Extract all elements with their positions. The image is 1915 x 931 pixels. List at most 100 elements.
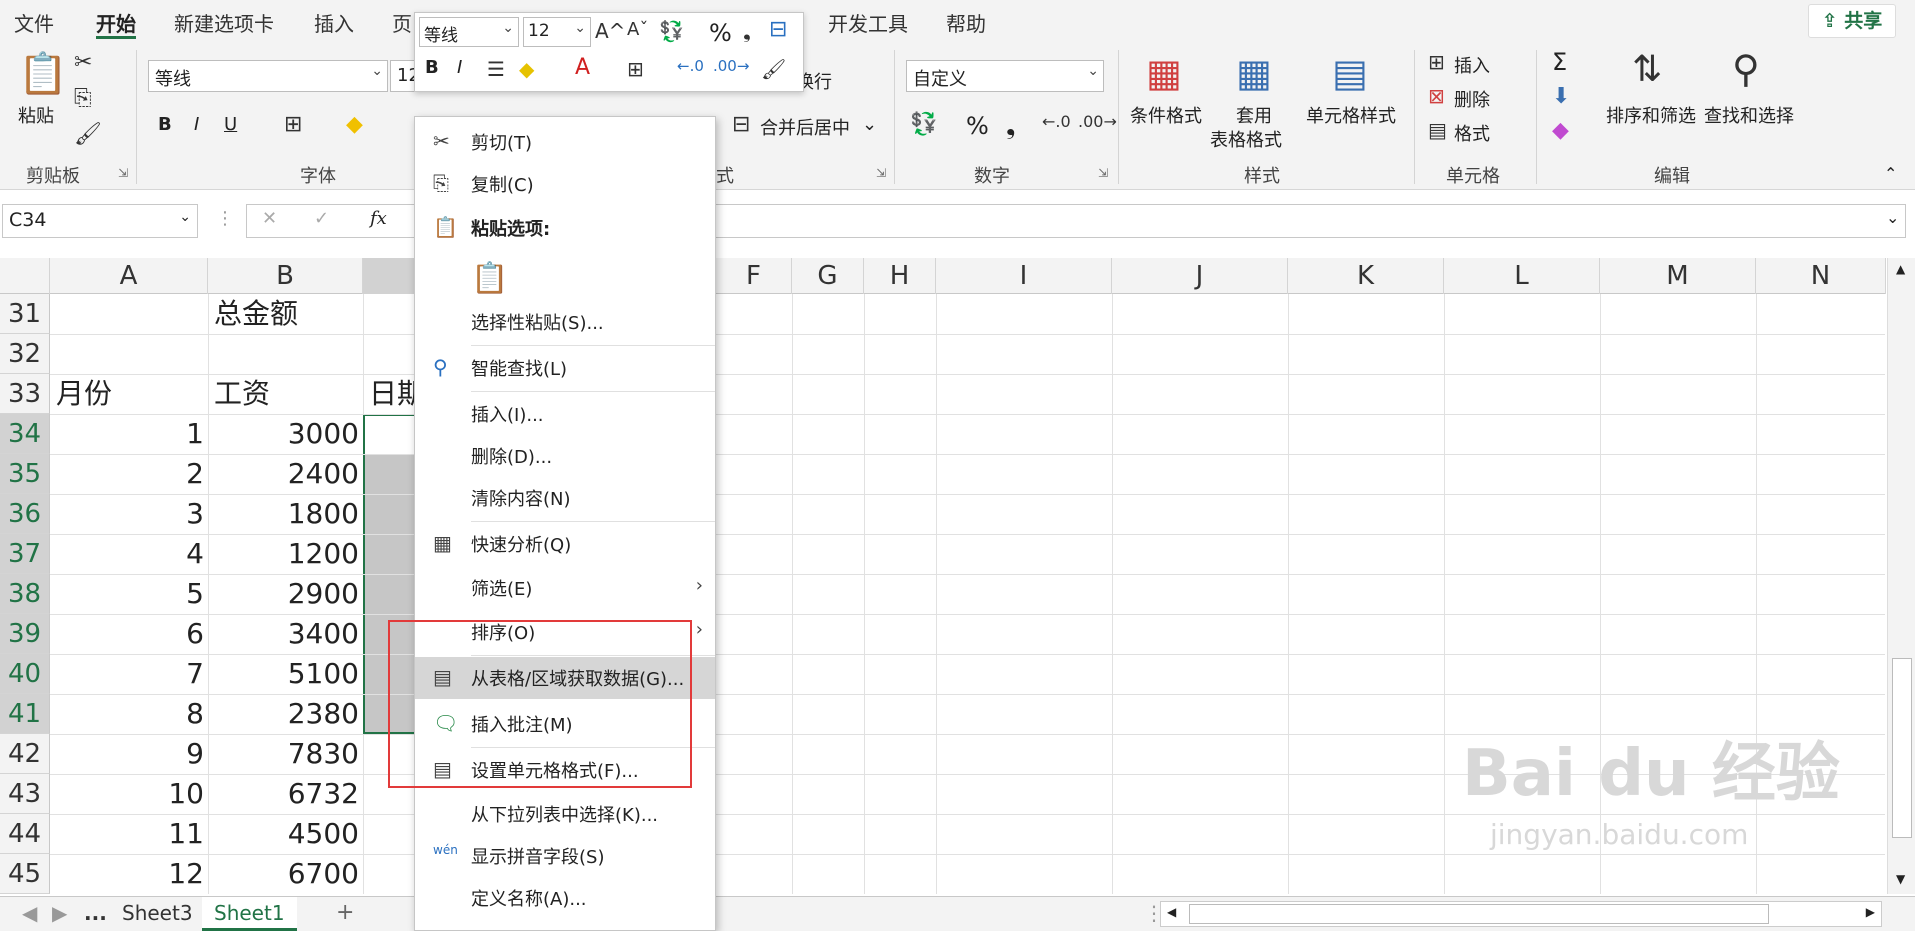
comma-style-icon[interactable]: ❟ [743,21,751,41]
menu-item-filter[interactable]: 筛选(E) › [415,567,715,609]
format-as-table-line2[interactable]: 表格格式 [1210,126,1282,152]
cell-a39[interactable]: 6 [50,614,208,654]
menu-item-pick-from-list[interactable]: 从下拉列表中选择(K)... [415,793,715,835]
sheet-tab-sheet3[interactable]: Sheet3 [110,897,205,931]
cell-a36[interactable]: 3 [50,494,208,534]
menu-item-define-name[interactable]: 定义名称(A)... [415,877,715,919]
tab-insert[interactable]: 插入 [314,8,354,37]
find-select-icon[interactable]: ⚲ [1732,50,1760,88]
cell-b41[interactable]: 2380 [208,694,363,734]
cell-b40[interactable]: 5100 [208,654,363,694]
cell-b35[interactable]: 2400 [208,454,363,494]
paste-button-label[interactable]: 粘贴 [18,102,54,128]
tab-page-layout[interactable]: 页 [392,8,412,37]
decrease-font-icon[interactable]: Aˇ [627,21,648,39]
scroll-thumb[interactable] [1892,658,1912,838]
menu-item-insert[interactable]: 插入(I)... [415,393,715,435]
menu-item-smart-lookup[interactable]: ⚲ 智能查找(L) [415,347,715,389]
menu-item-quick-analysis[interactable]: ▦ 快速分析(Q) [415,523,715,565]
increase-decimal-icon[interactable]: ←.0 [677,59,704,74]
find-select-button[interactable]: 查找和选择 [1704,102,1794,128]
cell-a41[interactable]: 8 [50,694,208,734]
cell-c33[interactable]: 日期 [363,374,419,414]
paste-option-keep-source[interactable]: 📋 [415,253,715,303]
tab-file[interactable]: 文件 [14,8,54,37]
comma-button[interactable]: ❟ [1006,112,1015,140]
horizontal-scrollbar[interactable]: ◀ ▶ [1160,901,1882,927]
row-header[interactable]: 45 [0,854,50,894]
merge-center-button[interactable]: 合并后居中 [760,114,850,140]
fill-color-icon[interactable]: ◆ [346,114,363,136]
decrease-decimal-icon[interactable]: .00→ [1078,114,1117,130]
column-header-m[interactable]: M [1600,258,1756,294]
row-header[interactable]: 36 [0,494,50,534]
menu-item-cut[interactable]: ✂ 剪切(T) [415,121,715,163]
bold-button[interactable]: B [158,114,172,135]
number-launcher-icon[interactable]: ⇲ [1098,166,1108,180]
row-header[interactable]: 32 [0,334,50,374]
format-as-table-line1[interactable]: 套用 [1236,102,1272,128]
tab-help[interactable]: 帮助 [946,8,986,37]
menu-item-show-phonetic[interactable]: wén 显示拼音字段(S) [415,835,715,877]
format-as-table-icon[interactable]: ▦ [1236,54,1272,92]
align-center-icon[interactable]: ☰ [487,59,505,79]
row-header[interactable]: 40 [0,654,50,694]
paste-icon[interactable]: 📋 [18,54,68,94]
insert-cells-icon[interactable]: ⊞ [1428,52,1445,72]
copy-icon[interactable]: ⎘ [74,88,92,110]
mini-bold-button[interactable]: B [425,57,439,78]
cell-a34[interactable]: 1 [50,414,208,454]
cell-b42[interactable]: 7830 [208,734,363,774]
row-header[interactable]: 37 [0,534,50,574]
menu-item-copy[interactable]: ⎘ 复制(C) [415,163,715,205]
merge-icon[interactable]: ⊟ [769,19,787,41]
number-format-dropdown[interactable]: 自定义 ⌄ [906,60,1104,92]
column-header-k[interactable]: K [1288,258,1444,294]
cell-a35[interactable]: 2 [50,454,208,494]
row-header[interactable]: 43 [0,774,50,814]
row-header[interactable]: 39 [0,614,50,654]
row-header[interactable]: 35 [0,454,50,494]
format-cells-icon[interactable]: ▤ [1428,120,1447,140]
scroll-right-icon[interactable]: ▶ [1866,905,1875,919]
conditional-format-icon[interactable]: ▦ [1146,54,1182,92]
autosum-button[interactable]: Σ [1552,48,1567,76]
expand-formula-icon[interactable]: ⌄ [1886,208,1899,227]
column-header-i[interactable]: I [936,258,1112,294]
cell-b38[interactable]: 2900 [208,574,363,614]
increase-decimal-icon[interactable]: ←.0 [1042,114,1071,130]
sort-filter-icon[interactable]: ⇅ [1632,52,1662,88]
sheet-tab-sheet1[interactable]: Sheet1 [202,897,297,931]
hscroll-thumb[interactable] [1189,904,1769,924]
column-header-h[interactable]: H [864,258,936,294]
cell-a43[interactable]: 10 [50,774,208,814]
row-header[interactable]: 31 [0,294,50,334]
cell-a33[interactable]: 月份 [50,374,208,414]
column-header-n[interactable]: N [1756,258,1886,294]
menu-item-delete[interactable]: 删除(D)... [415,435,715,477]
mini-percent-button[interactable]: % [709,19,732,47]
format-painter-icon[interactable]: 🖌 [74,124,102,146]
column-header-l[interactable]: L [1444,258,1600,294]
scroll-up-icon[interactable]: ▲ [1896,262,1905,276]
insert-cells-button[interactable]: 插入 [1454,52,1490,78]
row-header[interactable]: 41 [0,694,50,734]
alignment-launcher-icon[interactable]: ⇲ [876,166,886,180]
conditional-format-button[interactable]: 条件格式 [1130,102,1202,128]
decrease-decimal-icon[interactable]: .00→ [713,59,749,74]
cell-a37[interactable]: 4 [50,534,208,574]
font-color-icon[interactable]: A [575,57,590,79]
accounting-format-icon[interactable]: 💱 [659,21,684,41]
cell-a45[interactable]: 12 [50,854,208,894]
cell-styles-icon[interactable]: ▤ [1332,54,1368,92]
tab-home[interactable]: 开始 [96,8,136,37]
italic-button[interactable]: I [194,114,199,135]
vertical-scrollbar[interactable]: ▲ ▼ [1887,258,1915,894]
row-header[interactable]: 34 [0,414,50,454]
name-box[interactable]: C34 ⌄ [2,204,198,238]
add-sheet-button[interactable]: + [324,897,366,931]
column-header-b[interactable]: B [208,258,363,294]
borders-icon[interactable]: ⊞ [627,59,644,79]
merge-center-icon[interactable]: ⊟ [732,114,750,136]
cell-a42[interactable]: 9 [50,734,208,774]
